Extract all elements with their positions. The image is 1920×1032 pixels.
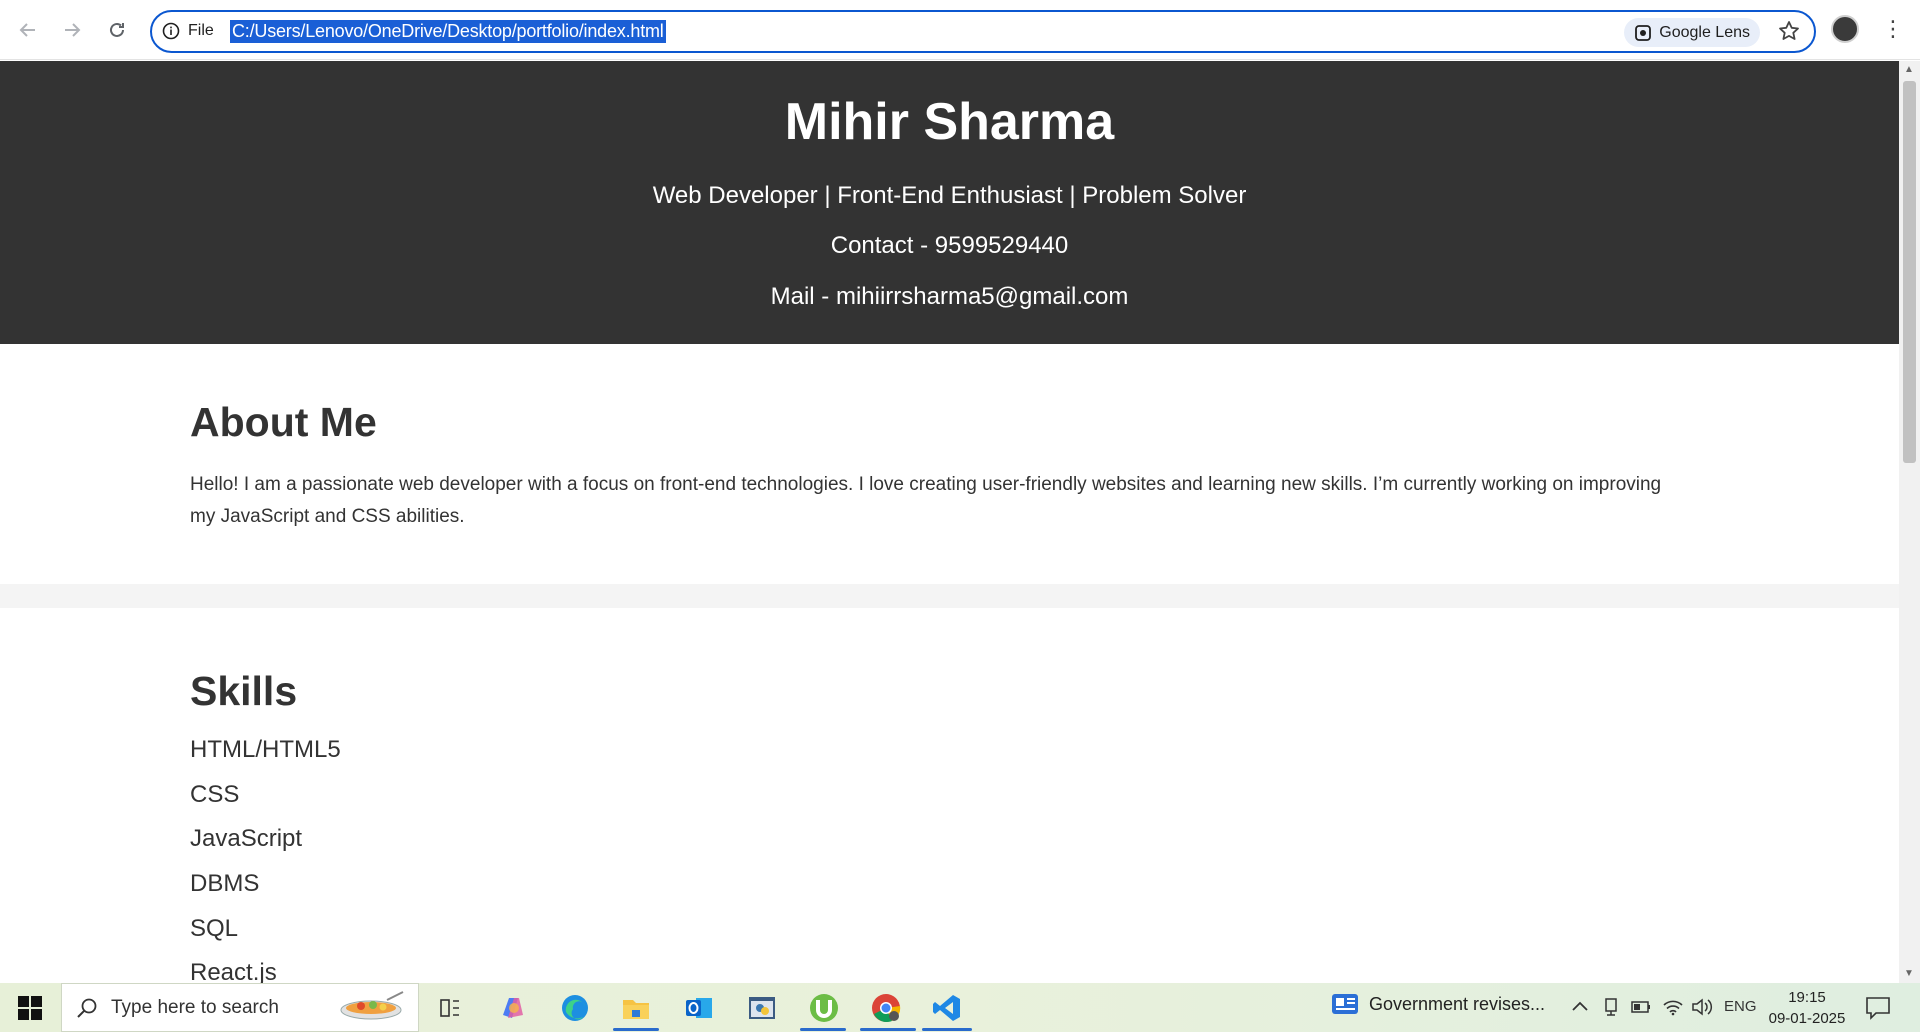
scroll-up-arrow[interactable]: ▲ bbox=[1904, 64, 1914, 75]
skill-item: React.js bbox=[190, 959, 277, 983]
chrome-active-indicator bbox=[860, 1028, 916, 1031]
battery-icon[interactable] bbox=[1630, 999, 1652, 1015]
site-info-chip[interactable]: File bbox=[162, 22, 214, 40]
volume-icon[interactable] bbox=[1690, 997, 1714, 1017]
skills-heading: Skills bbox=[190, 668, 298, 714]
scroll-thumb[interactable] bbox=[1903, 81, 1916, 463]
clock-date: 09-01-2025 bbox=[1768, 1010, 1846, 1027]
info-icon bbox=[162, 22, 180, 40]
vertical-scrollbar[interactable]: ▲ ▼ bbox=[1899, 61, 1920, 983]
skill-item: HTML/HTML5 bbox=[190, 736, 341, 763]
skill-item: DBMS bbox=[190, 870, 260, 898]
news-headline: Government revises... bbox=[1369, 993, 1546, 1014]
scroll-down-arrow[interactable]: ▼ bbox=[1904, 968, 1914, 979]
clock-time: 19:15 bbox=[1788, 989, 1826, 1006]
forward-icon[interactable] bbox=[56, 14, 88, 46]
about-section: About Me Hello! I am a passionate web de… bbox=[0, 344, 1899, 584]
profile-avatar[interactable] bbox=[1831, 15, 1859, 43]
utorrent-icon[interactable] bbox=[806, 990, 842, 1026]
network-icon[interactable] bbox=[1603, 997, 1621, 1017]
page-title: Mihir Sharma bbox=[784, 93, 1115, 151]
chevron-up-icon[interactable] bbox=[1571, 999, 1589, 1013]
search-highlight-image bbox=[340, 991, 404, 1020]
menu-icon[interactable]: ⋮ bbox=[1882, 16, 1904, 42]
wifi-icon[interactable] bbox=[1662, 998, 1684, 1016]
webpage-viewport: Mihir Sharma Web Developer | Front-End E… bbox=[0, 61, 1899, 983]
system-clock[interactable]: 19:15 09-01-2025 bbox=[1767, 987, 1847, 1029]
google-lens-label: Google Lens bbox=[1659, 23, 1750, 41]
about-heading: About Me bbox=[190, 399, 377, 445]
task-view-icon[interactable] bbox=[432, 990, 468, 1026]
hero-header: Mihir Sharma Web Developer | Front-End E… bbox=[0, 61, 1899, 344]
star-icon[interactable] bbox=[1778, 20, 1800, 42]
file-explorer-active-indicator bbox=[613, 1028, 659, 1031]
vscode-active-indicator bbox=[922, 1028, 972, 1031]
windows-start-icon[interactable] bbox=[18, 996, 42, 1020]
search-placeholder: Type here to search bbox=[111, 997, 279, 1018]
browser-toolbar: File C:/Users/Lenovo/OneDrive/Desktop/po… bbox=[0, 0, 1920, 60]
search-icon bbox=[77, 998, 97, 1018]
utorrent-active-indicator bbox=[800, 1028, 846, 1031]
about-text: Hello! I am a passionate web developer w… bbox=[190, 474, 1662, 527]
language-indicator[interactable]: ENG bbox=[1724, 998, 1757, 1015]
outlook-icon[interactable] bbox=[681, 990, 717, 1026]
lens-icon bbox=[1635, 24, 1652, 41]
news-icon bbox=[1332, 994, 1358, 1014]
skill-item: CSS bbox=[190, 780, 240, 808]
vscode-icon[interactable] bbox=[929, 990, 965, 1026]
back-icon[interactable] bbox=[12, 14, 44, 46]
skill-item: JavaScript bbox=[190, 825, 303, 853]
skills-list: HTML/HTML5 CSS JavaScript DBMS SQL React… bbox=[190, 736, 1899, 983]
address-bar[interactable]: File C:/Users/Lenovo/OneDrive/Desktop/po… bbox=[150, 10, 1816, 53]
skill-item: SQL bbox=[190, 914, 239, 942]
google-lens-button[interactable]: Google Lens bbox=[1624, 18, 1760, 47]
reload-icon[interactable] bbox=[101, 14, 133, 46]
site-info-label: File bbox=[188, 22, 214, 39]
tagline: Web Developer | Front-End Enthusiast | P… bbox=[652, 182, 1247, 209]
windows-taskbar: Type here to search Government revises..… bbox=[0, 983, 1920, 1032]
news-widget[interactable]: Government revises... bbox=[1331, 993, 1545, 1015]
taskbar-search-box[interactable]: Type here to search bbox=[61, 983, 419, 1032]
python-idle-icon[interactable] bbox=[744, 990, 780, 1026]
contact-text: Contact - 9599529440 bbox=[830, 232, 1069, 259]
mail-text: Mail - mihiirrsharma5@gmail.com bbox=[770, 283, 1129, 310]
chrome-icon[interactable] bbox=[868, 990, 904, 1026]
edge-icon[interactable] bbox=[557, 990, 593, 1026]
copilot-icon[interactable] bbox=[495, 990, 531, 1026]
notification-icon[interactable] bbox=[1865, 996, 1891, 1020]
skills-section: Skills HTML/HTML5 CSS JavaScript DBMS SQ… bbox=[0, 608, 1899, 983]
file-explorer-icon[interactable] bbox=[618, 990, 654, 1026]
url-text[interactable]: C:/Users/Lenovo/OneDrive/Desktop/portfol… bbox=[230, 20, 666, 43]
